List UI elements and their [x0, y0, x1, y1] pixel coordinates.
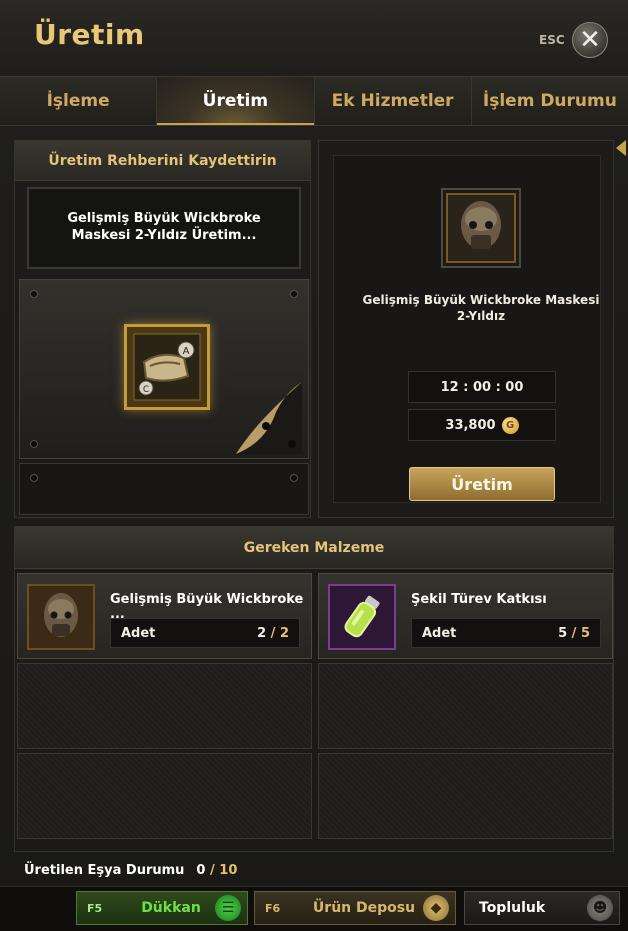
- svg-text:C: C: [143, 385, 149, 395]
- bottom-bar: F5 Dükkan ☰ F6 Ürün Deposu ◆ Topluluk ☻: [0, 886, 628, 931]
- vial-icon: [328, 584, 396, 650]
- mask-icon: [446, 193, 516, 263]
- side-arrow-icon[interactable]: [616, 140, 626, 156]
- depot-label: Ürün Deposu: [312, 900, 416, 916]
- result-item-slot[interactable]: [441, 188, 521, 268]
- material-have: 2: [257, 625, 267, 641]
- rivet: [30, 440, 38, 448]
- materials-header: Gereken Malzeme: [15, 527, 613, 569]
- materials-panel: Gereken Malzeme Gelişmiş Büyük Wickbroke…: [14, 526, 614, 852]
- material-qty-label: Adet: [422, 625, 457, 641]
- count-separator: /: [571, 625, 581, 641]
- rivet: [30, 290, 38, 298]
- recipe-slot-lower: [19, 463, 309, 515]
- tab-production[interactable]: Üretim: [157, 77, 315, 125]
- produced-label: Üretilen Eşya Durumu: [24, 862, 185, 878]
- production-window: Üretim ESC ✕ İşleme Üretim Ek Hizmetler …: [0, 0, 628, 931]
- materials-grid: Gelişmiş Büyük Wickbroke ... Adet 2 / 2: [17, 573, 613, 839]
- recipe-panel-header: Üretim Rehberini Kaydettirin: [15, 141, 310, 181]
- close-button[interactable]: ✕: [572, 22, 608, 58]
- result-panel-inner: Gelişmiş Büyük Wickbroke Maskesi 2-Yıldı…: [333, 155, 601, 503]
- count-separator: /: [270, 625, 280, 641]
- depot-button[interactable]: F6 Ürün Deposu ◆: [254, 891, 456, 925]
- result-item-name: Gelişmiş Büyük Wickbroke Maskesi 2-Yıldı…: [362, 293, 600, 324]
- material-slot[interactable]: Şekil Türev Katkısı Adet 5 / 5: [318, 573, 613, 659]
- mask-icon: [27, 584, 95, 650]
- count-separator: /: [210, 862, 220, 878]
- close-icon: ✕: [579, 25, 601, 55]
- community-button[interactable]: Topluluk ☻: [464, 891, 620, 925]
- produced-status: Üretilen Eşya Durumu 0 / 10: [14, 856, 614, 884]
- craft-button[interactable]: Üretim: [409, 467, 555, 501]
- empty-material-slot: [318, 753, 613, 839]
- craft-cost-value: 33,800: [445, 417, 496, 433]
- rivet: [30, 474, 38, 482]
- community-label: Topluluk: [479, 900, 546, 916]
- shop-icon: ☰: [215, 895, 241, 921]
- depot-hotkey: F6: [265, 901, 281, 915]
- craft-time-value: 12 : 00 : 00: [440, 379, 524, 395]
- craft-cost: 33,800 G: [408, 409, 556, 441]
- material-have: 5: [558, 625, 568, 641]
- people-icon: ☻: [587, 895, 613, 921]
- esc-label: ESC: [539, 33, 565, 47]
- page-curl-icon: [236, 382, 302, 454]
- produced-max: 10: [219, 862, 238, 878]
- depot-icon: ◆: [423, 895, 449, 921]
- tab-process-status[interactable]: İşlem Durumu: [472, 77, 628, 125]
- craft-time: 12 : 00 : 00: [408, 371, 556, 403]
- recipe-scroll-icon[interactable]: A C: [124, 324, 210, 410]
- material-count: Adet 2 / 2: [110, 618, 300, 648]
- material-count: Adet 5 / 5: [411, 618, 601, 648]
- material-name: Şekil Türev Katkısı: [411, 592, 547, 607]
- recipe-panel: Üretim Rehberini Kaydettirin Gelişmiş Bü…: [14, 140, 311, 518]
- tab-bar: İşleme Üretim Ek Hizmetler İşlem Durumu: [0, 76, 628, 126]
- window-title: Üretim: [34, 18, 145, 51]
- tab-processing[interactable]: İşleme: [0, 77, 158, 125]
- rivet: [290, 290, 298, 298]
- empty-material-slot: [318, 663, 613, 749]
- gold-coin-icon: G: [501, 416, 519, 434]
- material-need: 2: [279, 625, 289, 641]
- rivet: [290, 474, 298, 482]
- shop-hotkey: F5: [87, 901, 103, 915]
- produced-current: 0: [196, 862, 206, 878]
- svg-text:A: A: [183, 346, 190, 357]
- shop-label: Dükkan: [141, 900, 201, 916]
- recipe-slot[interactable]: A C: [19, 279, 309, 459]
- empty-material-slot: [17, 753, 312, 839]
- recipe-name-box[interactable]: Gelişmiş Büyük Wickbroke Maskesi 2-Yıldı…: [27, 187, 301, 269]
- result-panel: Gelişmiş Büyük Wickbroke Maskesi 2-Yıldı…: [318, 140, 614, 518]
- material-qty-label: Adet: [121, 625, 156, 641]
- empty-material-slot: [17, 663, 312, 749]
- shop-button[interactable]: F5 Dükkan ☰: [76, 891, 248, 925]
- tab-extra-services[interactable]: Ek Hizmetler: [315, 77, 472, 125]
- material-need: 5: [580, 625, 590, 641]
- material-slot[interactable]: Gelişmiş Büyük Wickbroke ... Adet 2 / 2: [17, 573, 312, 659]
